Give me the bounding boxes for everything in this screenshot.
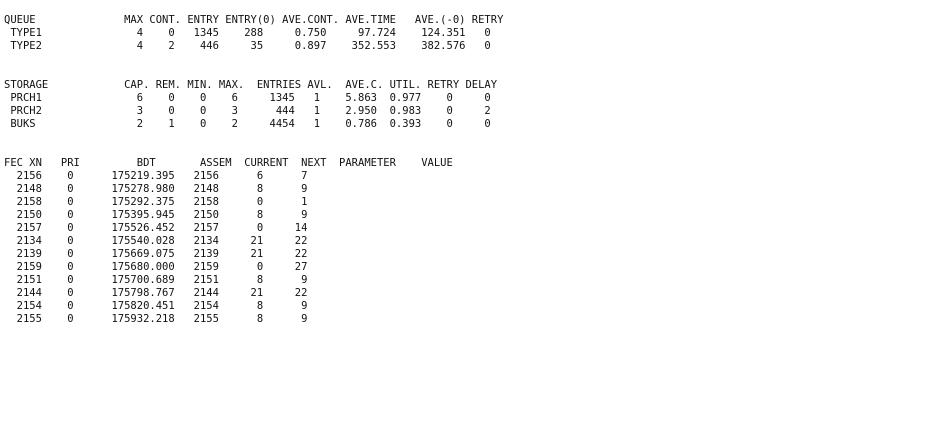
fec-row: 2157 0 175526.452 2157 0 14: [4, 222, 308, 234]
storage-row: PRCH2 3 0 0 3 444 1 2.950 0.983 0 2: [4, 105, 491, 117]
fec-row: 2144 0 175798.767 2144 21 22: [4, 287, 308, 299]
queue-row: TYPE1 4 0 1345 288 0.750 97.724 124.351 …: [4, 27, 491, 39]
queue-header: QUEUE MAX CONT. ENTRY ENTRY(0) AVE.CONT.…: [4, 14, 504, 26]
storage-header: STORAGE CAP. REM. MIN. MAX. ENTRIES AVL.…: [4, 79, 498, 91]
storage-row: BUKS 2 1 0 2 4454 1 0.786 0.393 0 0: [4, 118, 491, 130]
fec-row: 2151 0 175700.689 2151 8 9: [4, 274, 308, 286]
queue-section: QUEUE MAX CONT. ENTRY ENTRY(0) AVE.CONT.…: [4, 14, 503, 53]
fec-row: 2134 0 175540.028 2134 21 22: [4, 235, 308, 247]
storage-section: STORAGE CAP. REM. MIN. MAX. ENTRIES AVL.…: [4, 79, 503, 131]
fec-row: 2139 0 175669.075 2139 21 22: [4, 248, 308, 260]
fec-row: 2158 0 175292.375 2158 0 1: [4, 196, 308, 208]
fec-section: FEC XN PRI BDT ASSEM CURRENT NEXT PARAME…: [4, 157, 503, 326]
queue-row: TYPE2 4 2 446 35 0.897 352.553 382.576 0: [4, 40, 491, 52]
fec-row: 2148 0 175278.980 2148 8 9: [4, 183, 308, 195]
fec-header: FEC XN PRI BDT ASSEM CURRENT NEXT PARAME…: [4, 157, 453, 169]
fec-row: 2159 0 175680.000 2159 0 27: [4, 261, 308, 273]
fec-row: 2154 0 175820.451 2154 8 9: [4, 300, 308, 312]
simulation-report: QUEUE MAX CONT. ENTRY ENTRY(0) AVE.CONT.…: [4, 14, 503, 326]
storage-row: PRCH1 6 0 0 6 1345 1 5.863 0.977 0 0: [4, 92, 491, 104]
fec-row: 2150 0 175395.945 2150 8 9: [4, 209, 308, 221]
fec-row: 2156 0 175219.395 2156 6 7: [4, 170, 308, 182]
fec-row: 2155 0 175932.218 2155 8 9: [4, 313, 308, 325]
